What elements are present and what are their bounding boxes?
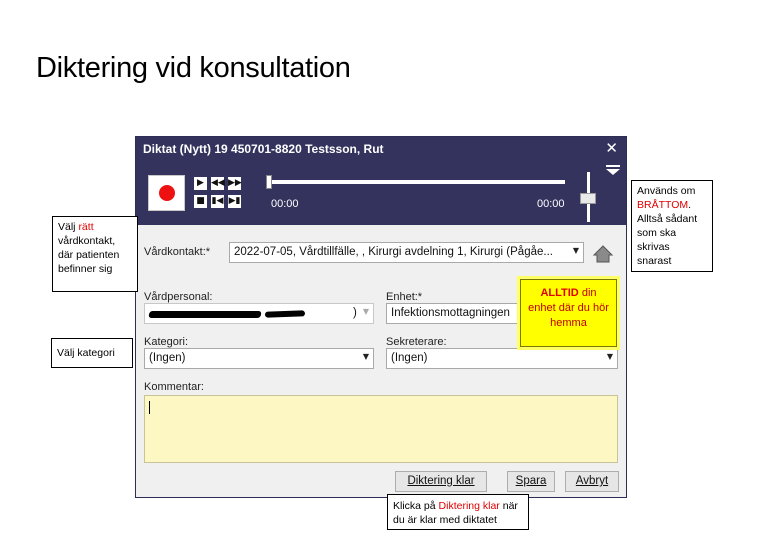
kategori-value: (Ingen) [149, 352, 186, 364]
chevron-down-icon: ▼ [362, 307, 369, 316]
enhet-select[interactable]: Infektionsmottagningen [386, 303, 522, 324]
callout-emphasis: ALLTID [540, 287, 579, 299]
close-icon[interactable]: ✕ [605, 139, 618, 157]
dialog-title: Diktat (Nytt) 19 450701-8820 Testsson, R… [143, 142, 384, 156]
home-icon[interactable] [592, 243, 614, 265]
diktering-klar-button[interactable]: Diktering klar [395, 471, 487, 492]
menu-down-icon[interactable] [606, 165, 620, 175]
stop-icon[interactable]: ■ [194, 195, 207, 208]
kommentar-label: Kommentar: [144, 381, 204, 393]
progress-track[interactable] [271, 180, 565, 184]
kategori-select[interactable]: (Ingen) ▼ [144, 348, 374, 369]
fast-forward-icon[interactable]: ▶▶ [228, 177, 242, 190]
callout-text: Används om [637, 185, 696, 197]
kommentar-textarea[interactable] [144, 395, 618, 463]
time-current: 00:00 [271, 198, 299, 210]
callout-bratom: Används om BRÅTTOM. Alltså sådant som sk… [631, 180, 713, 272]
avbryt-button[interactable]: Avbryt [565, 471, 619, 492]
callout-text: Alltså sådant som ska skrivas snarast [637, 213, 698, 267]
slide-title: Diktering vid konsultation [36, 52, 351, 84]
callout-emphasis: BRÅTTOM [637, 199, 689, 211]
skip-start-icon[interactable]: ▮◀ [211, 195, 224, 208]
enhet-label: Enhet:* [386, 291, 423, 303]
callout-emphasis: rätt [78, 221, 94, 233]
vardkontakt-select[interactable]: 2022-07-05, Vårdtillfälle, , Kirurgi avd… [229, 242, 584, 263]
volume-thumb[interactable] [580, 193, 596, 204]
text-caret [149, 401, 150, 414]
vardpersonal-select[interactable]: ) ▼ [144, 303, 374, 324]
spara-button[interactable]: Spara [507, 471, 555, 492]
vardkontakt-label: Vårdkontakt:* [144, 246, 211, 258]
dialog-titlebar: Diktat (Nytt) 19 450701-8820 Testsson, R… [136, 137, 626, 161]
skip-end-icon[interactable]: ▶▮ [228, 195, 241, 208]
enhet-value: Infektionsmottagningen [391, 307, 510, 319]
callout-text: vårdkontakt, där patienten befinner sig [58, 235, 120, 275]
chevron-down-icon: ▼ [362, 352, 369, 361]
time-total: 00:00 [537, 198, 565, 210]
chevron-down-icon: ▼ [606, 352, 613, 361]
callout-text: Klicka på [393, 500, 439, 512]
sekreterare-select[interactable]: (Ingen) ▼ [386, 348, 618, 369]
dictation-player: ▶ ◀◀ ▶▶ ■ ▮◀ ▶▮ 00:00 00:00 [136, 161, 626, 225]
sekreterare-value: (Ingen) [391, 352, 428, 364]
redaction-mark [148, 311, 262, 318]
record-button[interactable] [148, 175, 185, 211]
rewind-icon[interactable]: ◀◀ [211, 177, 225, 190]
callout-enhet: ALLTID din enhet där du hör hemma [520, 279, 617, 347]
sekreterare-label: Sekreterare: [386, 336, 447, 348]
callout-emphasis: Diktering klar [438, 500, 500, 512]
vardpersonal-value-tail: ) [353, 307, 357, 319]
callout-kategori: Välj kategori [51, 338, 133, 368]
record-icon [159, 185, 175, 201]
progress-thumb[interactable] [266, 175, 272, 189]
redaction-mark [264, 310, 306, 318]
callout-klar: Klicka på Diktering klar när du är klar … [387, 494, 529, 530]
kategori-label: Kategori: [144, 336, 189, 348]
vardpersonal-label: Vårdpersonal: [144, 291, 213, 303]
callout-vardkontakt: Välj rätt vårdkontakt, där patienten bef… [52, 216, 138, 292]
vardkontakt-value: 2022-07-05, Vårdtillfälle, , Kirurgi avd… [234, 246, 553, 258]
chevron-down-icon: ▼ [572, 246, 579, 255]
callout-text: Välj [58, 221, 79, 233]
callout-text: . [688, 199, 692, 211]
play-icon[interactable]: ▶ [194, 177, 207, 190]
